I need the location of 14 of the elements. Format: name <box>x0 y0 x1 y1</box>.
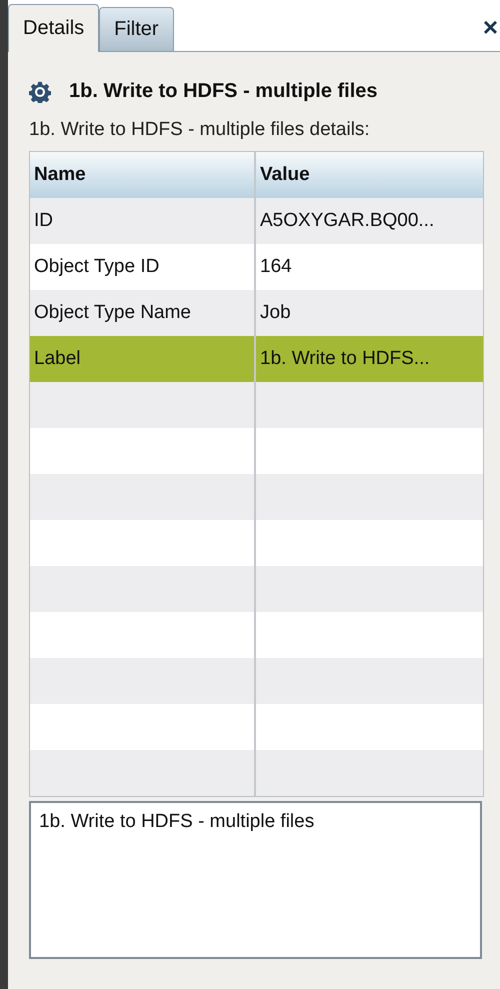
description-box[interactable]: 1b. Write to HDFS - multiple files <box>29 801 482 959</box>
table-cell-text: A5OXYGAR.BQ00... <box>259 209 436 233</box>
close-button[interactable]: × <box>480 12 500 43</box>
table-cell-text: 1b. Write to HDFS... <box>259 347 431 371</box>
table-cell-text: 164 <box>259 255 293 279</box>
gear-icon <box>29 80 51 102</box>
table-cell-text: Job <box>259 301 292 325</box>
tab[interactable]: Filter <box>99 7 174 51</box>
tab[interactable]: Details <box>8 4 100 52</box>
table-row[interactable]: Label 1b. Write to HDFS... <box>30 336 483 382</box>
column-header[interactable]: Value <box>256 152 483 198</box>
table-row[interactable]: Object Type ID 164 <box>30 244 483 290</box>
object-title: 1b. Write to HDFS - multiple files <box>69 80 378 103</box>
details-caption: 1b. Write to HDFS - multiple files details: <box>29 119 371 141</box>
